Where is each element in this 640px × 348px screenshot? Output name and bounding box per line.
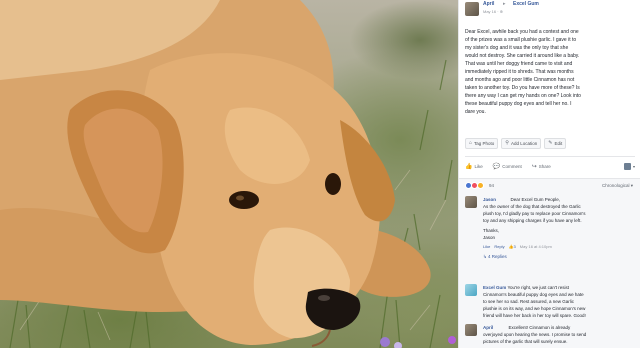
comment-line: toy and any shipping charges if you have… — [483, 218, 582, 223]
comment-line: friend will have her back in her toy wil… — [483, 313, 586, 318]
comment-like-count[interactable]: 👍3 — [509, 243, 516, 250]
comments-list: Jason Dear Excel Gum People, As the owne… — [459, 192, 640, 348]
shared-to-arrow-icon: ▸ — [503, 1, 506, 7]
comment-text: Excellent! Cinnamon is already — [508, 325, 571, 330]
comment-body: April Excellent! Cinnamon is already ove… — [483, 324, 635, 345]
haha-reaction-icon — [477, 182, 484, 189]
pencil-icon: ✎ — [548, 140, 553, 146]
comment-line: As the owner of the dog that destroyed t… — [483, 204, 581, 209]
comment-body: Jason Dear Excel Gum People, As the owne… — [483, 196, 635, 260]
reaction-count[interactable]: 94 — [489, 183, 494, 188]
comment-line: April Excellent! Cinnamon is already — [483, 324, 635, 331]
post-text: Dear Excel, awhile back you had a contes… — [465, 28, 635, 116]
share-button[interactable]: ↪ Share — [532, 163, 551, 170]
comment-line: plushie is on its way, and we hope Cinna… — [483, 306, 586, 311]
tag-icon: ⌂ — [469, 140, 473, 146]
reactions-summary[interactable]: 94 Chronological ▾ — [459, 178, 640, 192]
comment-line: pictures of the garlic that will surely … — [483, 339, 568, 344]
add-location-label: Add Location — [510, 141, 538, 146]
edit-label: Edit — [554, 141, 563, 146]
comment-line: Cinnamon's beautiful puppy dog eyes and … — [483, 292, 584, 297]
speech-bubble-icon: 💬 — [492, 163, 501, 170]
post-text-line: Dear Excel, awhile back you had a contes… — [465, 29, 579, 35]
comment-line: Thanks, — [483, 228, 500, 233]
add-location-button[interactable]: ⚲ Add Location — [501, 138, 542, 149]
post-text-line: and months ago and poor little Cinnamon … — [465, 77, 575, 83]
comment-line: Jason Dear Excel Gum People, — [483, 196, 635, 203]
comment-body: Excel Gum You're right, we just can't re… — [483, 284, 635, 319]
commenter-avatar[interactable] — [465, 196, 477, 208]
post-text-line: these beautiful puppy dog eyes and tell … — [465, 101, 572, 107]
comment-reply-link[interactable]: Reply — [494, 243, 504, 250]
comment-label: Comment — [502, 163, 522, 169]
comment-line: Jason — [483, 235, 496, 240]
post-text-line: my sister's dog and it was the only toy … — [465, 45, 569, 51]
commenter-avatar[interactable] — [465, 324, 477, 336]
view-replies-link[interactable]: ↳ 4 Replies — [483, 253, 635, 260]
post-header: April ▸ Excel Gum May 16 · ⊕ — [459, 0, 640, 22]
post-text-line: there any way I can get my hands on one?… — [465, 93, 581, 99]
comment-text: You're right, we just can't resist — [507, 285, 570, 290]
page-name-link[interactable]: Excel Gum — [513, 1, 539, 7]
page-avatar — [623, 162, 631, 170]
post-text-line: immediately ripped it to shreds. That wa… — [465, 69, 574, 75]
tag-photo-label: Tag Photo — [474, 141, 495, 146]
comment-line: overjoyed upon hearing the news. I promi… — [483, 332, 587, 337]
comment-line: Excel Gum You're right, we just can't re… — [483, 284, 635, 291]
reaction-icons — [465, 182, 484, 189]
post-photo[interactable] — [0, 0, 458, 348]
comment-line: plush toy, I'd gladly pay to replace poo… — [483, 211, 586, 216]
comment-meta: Like Reply 👍3 May 16 at 4:10pm — [483, 243, 635, 250]
location-pin-icon: ⚲ — [505, 140, 509, 146]
post-sidebar: April ▸ Excel Gum May 16 · ⊕ Dear Excel,… — [458, 0, 640, 348]
golden-retriever-puppy-image — [0, 0, 456, 348]
like-button[interactable]: 👍 Like — [465, 163, 483, 170]
post-as-selector[interactable]: ▾ — [623, 162, 635, 170]
comment-timestamp[interactable]: May 16 at 4:10pm — [520, 243, 552, 250]
caret-down-icon: ▾ — [632, 163, 635, 169]
thumbs-up-icon: 👍 — [465, 163, 473, 170]
post-text-line: would not destroy. She carried it around… — [465, 53, 580, 59]
commenter-avatar[interactable] — [465, 284, 477, 296]
like-label: Like — [474, 163, 483, 169]
post-author-link[interactable]: April — [483, 1, 494, 7]
commenter-name-link[interactable]: Excel Gum — [483, 285, 506, 290]
post-text-line: of the prizes was a small plushie garlic… — [465, 37, 577, 43]
author-avatar[interactable] — [465, 2, 479, 16]
photo-actions: ⌂ Tag Photo ⚲ Add Location ✎ Edit — [465, 138, 635, 150]
comment-like-link[interactable]: Like — [483, 243, 490, 250]
share-label: Share — [538, 163, 551, 169]
post-text-line: taken to another toy. Do you have more o… — [465, 85, 580, 91]
comment-sort-dropdown[interactable]: Chronological ▾ — [602, 183, 633, 189]
edit-button[interactable]: ✎ Edit — [544, 138, 567, 149]
post-timestamp[interactable]: May 16 · ⊕ — [483, 9, 503, 14]
comment-line: to see her so sad. Rest assured, a new G… — [483, 299, 575, 304]
post-text-line: dare you. — [465, 109, 486, 115]
post-text-line: That was until her doggy friend came to … — [465, 61, 573, 67]
share-arrow-icon: ↪ — [531, 163, 537, 170]
comment-button[interactable]: 💬 Comment — [493, 163, 522, 170]
like-comment-share-bar: 👍 Like 💬 Comment ↪ Share ▾ — [465, 160, 635, 172]
commenter-name-link[interactable]: Jason — [483, 196, 496, 203]
tag-photo-button[interactable]: ⌂ Tag Photo — [465, 138, 499, 149]
divider — [465, 156, 635, 157]
commenter-name-link[interactable]: April — [483, 325, 493, 330]
